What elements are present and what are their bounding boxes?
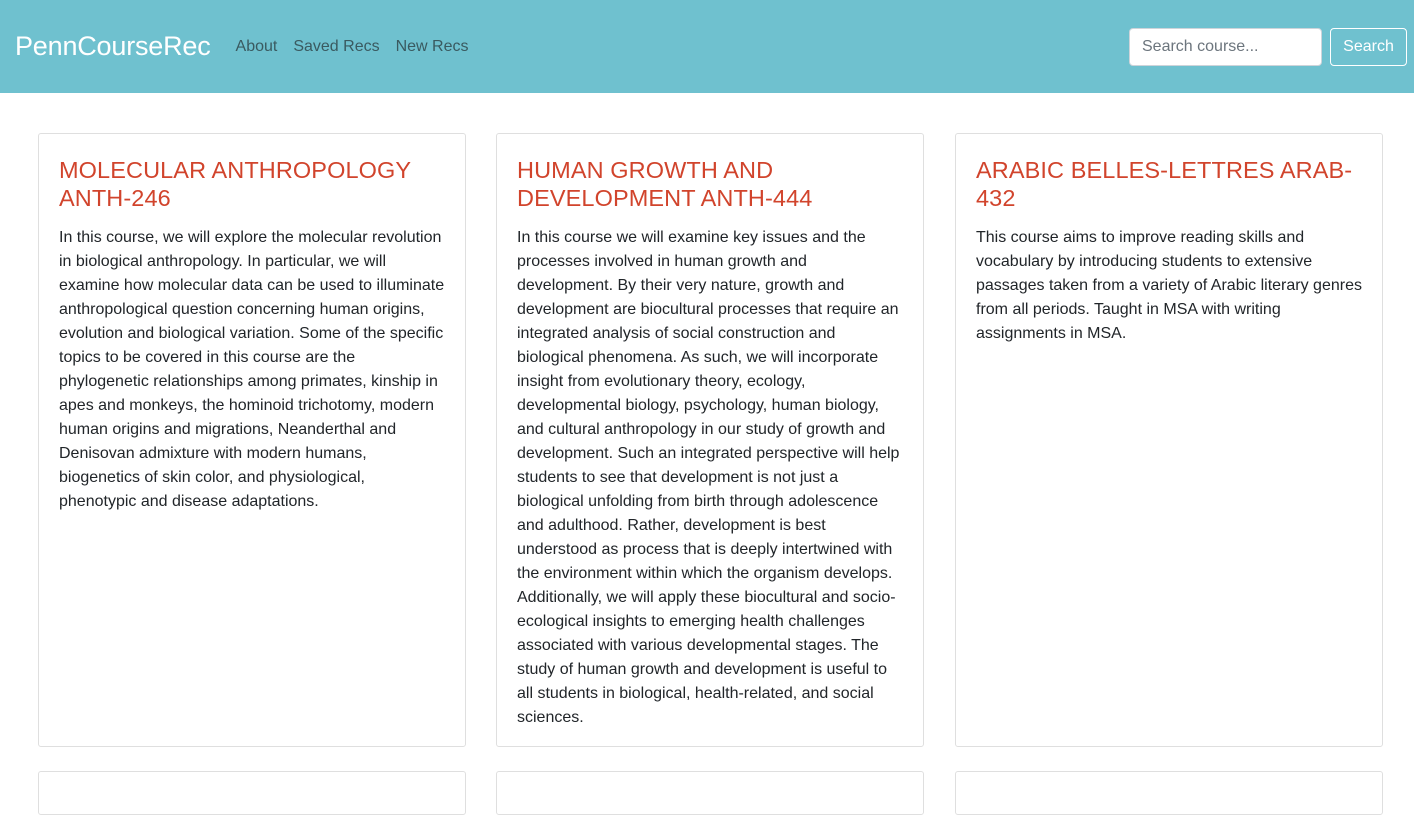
nav-link-about[interactable]: About: [228, 38, 286, 56]
course-description: This course aims to improve reading skil…: [976, 229, 1362, 342]
course-card: HUMAN GROWTH AND DEVELOPMENT ANTH-444 In…: [496, 133, 924, 747]
search-input[interactable]: [1129, 27, 1322, 66]
course-card: MOLECULAR ANTHROPOLOGY ANTH-246 In this …: [38, 133, 466, 747]
nav-links: About Saved Recs New Recs: [228, 38, 477, 56]
nav-link-new-recs[interactable]: New Recs: [388, 38, 477, 56]
course-title[interactable]: HUMAN GROWTH AND DEVELOPMENT ANTH-444: [517, 156, 903, 212]
course-card-partial: [496, 771, 924, 815]
search-button[interactable]: Search: [1330, 27, 1407, 66]
course-card-partial: [955, 771, 1383, 815]
search-form: Search: [1129, 27, 1407, 66]
navbar: PennCourseRec About Saved Recs New Recs …: [0, 0, 1414, 93]
course-title[interactable]: MOLECULAR ANTHROPOLOGY ANTH-246: [59, 156, 445, 212]
course-description: In this course we will examine key issue…: [517, 229, 900, 726]
course-card-partial: [38, 771, 466, 815]
course-title[interactable]: ARABIC BELLES-LETTRES ARAB-432: [976, 156, 1362, 212]
brand-link[interactable]: PennCourseRec: [15, 31, 211, 62]
course-card: ARABIC BELLES-LETTRES ARAB-432 This cour…: [955, 133, 1383, 747]
nav-link-saved-recs[interactable]: Saved Recs: [285, 38, 387, 56]
course-description: In this course, we will explore the mole…: [59, 229, 445, 510]
